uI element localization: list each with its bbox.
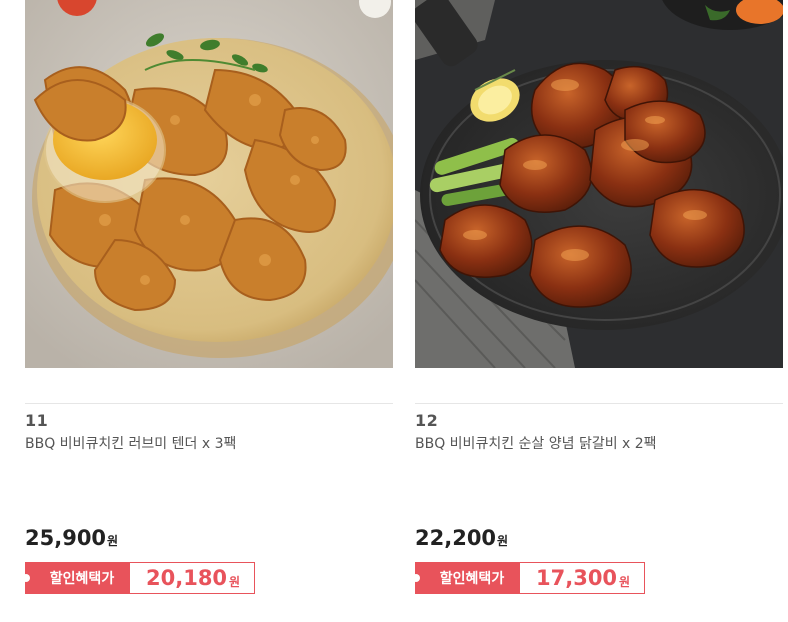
product-card[interactable]: 11 BBQ 비비큐치킨 러브미 텐더 x 3팩 25,900원 할인혜택가 2…: [22, 0, 393, 594]
sale-price: 20,180 원: [130, 563, 255, 593]
product-name[interactable]: BBQ 비비큐치킨 순살 양념 닭갈비 x 2팩: [415, 433, 657, 453]
product-image[interactable]: [415, 0, 783, 368]
sale-price-badge: 할인혜택가 20,180 원: [22, 562, 256, 594]
original-price: 25,900원: [25, 526, 118, 550]
product-image[interactable]: [25, 0, 393, 368]
glazed-chicken-galbi-image: [415, 0, 783, 368]
original-price-value: 25,900: [25, 526, 107, 550]
original-price: 22,200원: [415, 526, 508, 550]
currency-unit: 원: [619, 574, 631, 589]
card-divider: [415, 403, 783, 404]
sale-price: 17,300 원: [520, 563, 645, 593]
currency-unit: 원: [107, 534, 119, 548]
currency-unit: 원: [229, 574, 241, 589]
product-index: 12: [415, 411, 439, 430]
fried-chicken-tenders-image: [25, 0, 393, 368]
sale-price-badge: 할인혜택가 17,300 원: [412, 562, 646, 594]
product-card[interactable]: 12 BBQ 비비큐치킨 순살 양념 닭갈비 x 2팩 22,200원 할인혜택…: [412, 0, 783, 594]
original-price-value: 22,200: [415, 526, 497, 550]
product-index: 11: [25, 411, 49, 430]
product-name[interactable]: BBQ 비비큐치킨 러브미 텐더 x 3팩: [25, 433, 236, 453]
card-divider: [25, 403, 393, 404]
sale-price-value: 17,300: [536, 566, 618, 590]
sale-label: 할인혜택가: [412, 563, 520, 593]
sale-price-value: 20,180: [146, 566, 228, 590]
currency-unit: 원: [497, 534, 509, 548]
sale-label: 할인혜택가: [22, 563, 130, 593]
